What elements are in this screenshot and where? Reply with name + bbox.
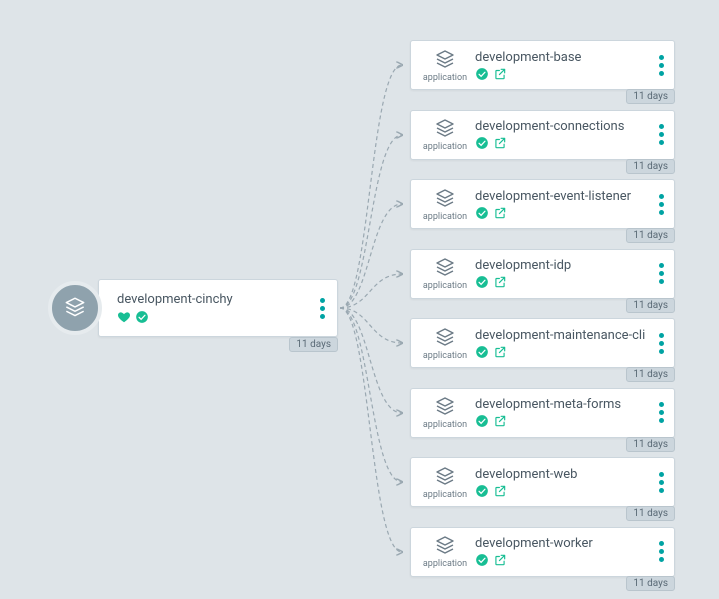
child-card[interactable]: application development-worker 11 days <box>410 527 675 577</box>
child-title: development-meta-forms <box>475 397 659 412</box>
app-icon-label: application <box>423 281 467 291</box>
child-content: development-base <box>475 50 659 81</box>
layers-icon <box>433 117 457 141</box>
child-content: development-worker <box>475 536 659 567</box>
child-content: development-web <box>475 467 659 498</box>
child-status-row <box>475 484 659 498</box>
app-icon-wrap: application <box>421 465 469 500</box>
child-title: development-maintenance-cli <box>475 328 659 343</box>
child-title: development-connections <box>475 119 659 134</box>
child-title: development-web <box>475 467 659 482</box>
layers-icon <box>433 326 457 350</box>
check-circle-icon <box>475 67 489 81</box>
heart-icon <box>117 310 131 324</box>
app-icon-label: application <box>423 351 467 361</box>
external-link-icon[interactable] <box>493 67 507 81</box>
check-circle-icon <box>475 484 489 498</box>
check-circle-icon <box>475 136 489 150</box>
layers-icon <box>433 48 457 72</box>
child-card[interactable]: application development-web 11 days <box>410 457 675 507</box>
check-circle-icon <box>475 275 489 289</box>
check-circle-icon <box>475 206 489 220</box>
child-menu-button[interactable] <box>659 541 664 562</box>
root-node: development-cinchy 11 days <box>48 279 338 337</box>
layers-icon <box>433 187 457 211</box>
layers-icon <box>433 465 457 489</box>
external-link-icon[interactable] <box>493 136 507 150</box>
child-menu-button[interactable] <box>659 124 664 145</box>
root-icon-circle <box>48 281 102 335</box>
diagram-canvas: development-cinchy 11 days app <box>0 0 719 599</box>
app-icon-wrap: application <box>421 187 469 222</box>
child-title: development-idp <box>475 258 659 273</box>
app-icon-wrap: application <box>421 256 469 291</box>
child-age-badge: 11 days <box>626 89 675 104</box>
check-circle-icon <box>475 414 489 428</box>
child-menu-button[interactable] <box>659 194 664 215</box>
external-link-icon[interactable] <box>493 414 507 428</box>
app-icon-wrap: application <box>421 395 469 430</box>
child-status-row <box>475 67 659 81</box>
app-icon-label: application <box>423 73 467 83</box>
child-content: development-idp <box>475 258 659 289</box>
child-age-badge: 11 days <box>626 437 675 452</box>
external-link-icon[interactable] <box>493 275 507 289</box>
child-menu-button[interactable] <box>659 333 664 354</box>
external-link-icon[interactable] <box>493 484 507 498</box>
child-title: development-event-listener <box>475 189 659 204</box>
child-status-row <box>475 414 659 428</box>
child-card[interactable]: application development-connections 11 d… <box>410 110 675 160</box>
child-menu-button[interactable] <box>659 55 664 76</box>
root-menu-button[interactable] <box>320 298 325 319</box>
child-age-badge: 11 days <box>626 576 675 591</box>
child-content: development-meta-forms <box>475 397 659 428</box>
external-link-icon[interactable] <box>493 206 507 220</box>
app-icon-label: application <box>423 212 467 222</box>
app-icon-wrap: application <box>421 117 469 152</box>
child-age-badge: 11 days <box>626 367 675 382</box>
child-card[interactable]: application development-event-listener 1… <box>410 179 675 229</box>
root-card[interactable]: development-cinchy 11 days <box>98 279 338 337</box>
check-circle-icon <box>475 553 489 567</box>
child-status-row <box>475 553 659 567</box>
app-icon-wrap: application <box>421 534 469 569</box>
child-card[interactable]: application development-base 11 days <box>410 40 675 90</box>
child-age-badge: 11 days <box>626 298 675 313</box>
child-card[interactable]: application development-idp 11 days <box>410 249 675 299</box>
app-icon-wrap: application <box>421 326 469 361</box>
external-link-icon[interactable] <box>493 345 507 359</box>
child-card[interactable]: application development-meta-forms 11 da… <box>410 388 675 438</box>
root-age-badge: 11 days <box>289 337 338 352</box>
root-title: development-cinchy <box>117 292 233 307</box>
layers-icon <box>433 256 457 280</box>
child-age-badge: 11 days <box>626 159 675 174</box>
app-icon-wrap: application <box>421 48 469 83</box>
app-icon-label: application <box>423 420 467 430</box>
child-content: development-maintenance-cli <box>475 328 659 359</box>
child-card[interactable]: application development-maintenance-cli … <box>410 318 675 368</box>
child-age-badge: 11 days <box>626 506 675 521</box>
child-status-row <box>475 206 659 220</box>
child-status-row <box>475 275 659 289</box>
layers-icon <box>433 534 457 558</box>
app-icon-label: application <box>423 559 467 569</box>
layers-icon <box>433 395 457 419</box>
child-title: development-base <box>475 50 659 65</box>
child-status-row <box>475 345 659 359</box>
child-title: development-worker <box>475 536 659 551</box>
child-menu-button[interactable] <box>659 263 664 284</box>
child-age-badge: 11 days <box>626 228 675 243</box>
child-menu-button[interactable] <box>659 402 664 423</box>
child-content: development-event-listener <box>475 189 659 220</box>
app-icon-label: application <box>423 142 467 152</box>
child-content: development-connections <box>475 119 659 150</box>
layers-icon <box>62 295 88 321</box>
external-link-icon[interactable] <box>493 553 507 567</box>
app-icon-label: application <box>423 490 467 500</box>
child-menu-button[interactable] <box>659 472 664 493</box>
check-circle-icon <box>135 310 149 324</box>
check-circle-icon <box>475 345 489 359</box>
child-status-row <box>475 136 659 150</box>
